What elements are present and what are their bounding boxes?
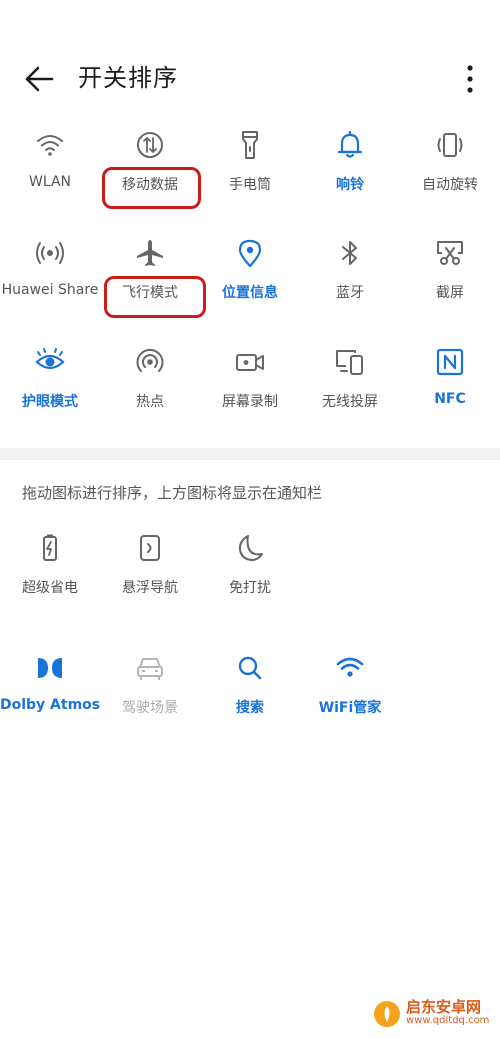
tile-label: 蓝牙 [336,285,364,301]
tile-label: 响铃 [336,177,364,193]
tile-label: 手电筒 [229,177,271,193]
moon-icon [238,535,263,561]
tile-label: 自动旋转 [422,177,478,193]
tile-floating-nav[interactable]: 悬浮导航 [100,533,200,633]
eye-icon [35,348,65,370]
huawei-share-icon [36,242,64,264]
tile-flashlight[interactable]: 手电筒 [200,130,300,230]
switch-order-page: 开关排序 WLAN 移动数据 手电筒 响铃 自动旋转 Huawei Share … [0,0,500,1039]
watermark-name: 启东安卓网 [406,998,482,1016]
tile-hotspot[interactable]: 热点 [100,347,200,447]
tile-label: 位置信息 [222,285,278,301]
bluetooth-icon [342,241,357,265]
screen-record-icon [236,354,264,371]
airplane-icon [137,240,163,266]
tile-search[interactable]: 搜索 [200,653,300,753]
watermark-url: www.qdltdq.com [406,1015,490,1026]
screenshot-icon [437,241,463,265]
tile-label: 免打扰 [229,580,271,596]
dolby-icon [38,658,62,678]
tile-screenshot[interactable]: 截屏 [400,238,500,338]
tile-screen-record[interactable]: 屏幕录制 [200,347,300,447]
section-divider [0,448,500,460]
tile-label: WiFi管家 [318,700,382,716]
tile-wireless-projection[interactable]: 无线投屏 [300,347,400,447]
tile-do-not-disturb[interactable]: 免打扰 [200,533,300,633]
arrow-left-icon[interactable] [22,62,56,96]
tile-huawei-share[interactable]: Huawei Share [0,238,100,338]
wireless-projection-icon [336,350,363,375]
page-title: 开关排序 [78,64,178,92]
auto-rotate-icon [437,133,463,157]
tile-driving-scene[interactable]: 驾驶场景 [100,653,200,753]
tile-super-power-saving[interactable]: 超级省电 [0,533,100,633]
tile-label: 护眼模式 [22,394,78,410]
tile-nfc[interactable]: NFC [400,347,500,447]
tile-ringer[interactable]: 响铃 [300,130,400,230]
tile-bluetooth[interactable]: 蓝牙 [300,238,400,338]
tile-eye-comfort[interactable]: 护眼模式 [0,347,100,447]
tile-label: 热点 [136,394,164,410]
tile-location[interactable]: 位置信息 [200,238,300,338]
sort-hint-text: 拖动图标进行排序，上方图标将显示在通知栏 [22,484,323,502]
tile-label: 超级省电 [22,580,78,596]
location-icon [238,239,262,268]
tile-label: Dolby Atmos [0,697,101,713]
search-icon [238,656,262,680]
tile-label: 截屏 [436,285,464,301]
watermark-logo-icon [374,1001,400,1027]
watermark: 启东安卓网 www.qdltdq.com [372,996,494,1030]
flashlight-icon [242,131,258,159]
highlight-airplane-mode [104,276,206,318]
tile-label: 屏幕录制 [222,394,278,410]
nfc-icon [436,348,464,376]
tile-label: 悬浮导航 [122,580,178,596]
tile-auto-rotate[interactable]: 自动旋转 [400,130,500,230]
hotspot-icon [136,348,164,372]
wifi-manager-icon [336,657,364,677]
tile-label: NFC [434,391,466,407]
car-icon [137,658,163,680]
tile-label: WLAN [28,174,71,190]
tile-label: 驾驶场景 [122,700,178,716]
more-vertical-icon[interactable] [458,62,482,96]
tile-dolby-atmos[interactable]: Dolby Atmos [0,653,100,753]
tile-label: Huawei Share [1,282,99,298]
tile-label: 无线投屏 [322,394,378,410]
tile-label: 搜索 [236,700,264,716]
battery-saver-icon [43,534,57,561]
tile-wifi-manager[interactable]: WiFi管家 [300,653,400,753]
wifi-icon [37,135,63,156]
mobile-data-icon [137,132,163,158]
highlight-mobile-data [102,167,201,209]
tile-wlan[interactable]: WLAN [0,130,100,230]
floating-nav-icon [140,535,160,561]
bell-icon [337,130,363,158]
